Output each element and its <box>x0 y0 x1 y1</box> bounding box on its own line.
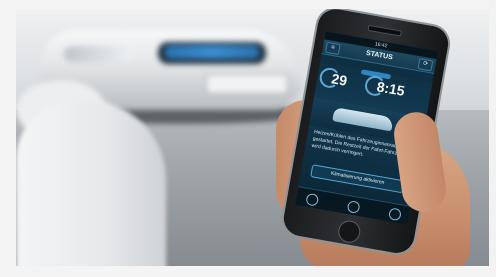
car-icon <box>332 107 394 132</box>
license-plate <box>206 74 288 94</box>
frame-top <box>0 0 496 9</box>
photo-scene: 16:42 ≡ STATUS ⟳ 29 8:15 Heizen/Kühlen d… <box>0 0 496 277</box>
car-headlight <box>64 46 134 62</box>
phone-icon[interactable] <box>346 200 361 214</box>
wrench-icon[interactable] <box>305 192 320 207</box>
refresh-icon[interactable]: ⟳ <box>417 58 434 72</box>
blurred-person <box>16 100 166 270</box>
menu-icon[interactable]: ≡ <box>324 41 341 56</box>
frame-left <box>0 0 16 277</box>
frame-right <box>489 0 496 277</box>
bars-icon[interactable] <box>388 207 402 222</box>
frame-bottom <box>0 266 496 277</box>
timer-value: 8:15 <box>375 78 406 99</box>
car-grille-accent <box>164 45 260 59</box>
temperature-value: 29 <box>330 70 349 89</box>
